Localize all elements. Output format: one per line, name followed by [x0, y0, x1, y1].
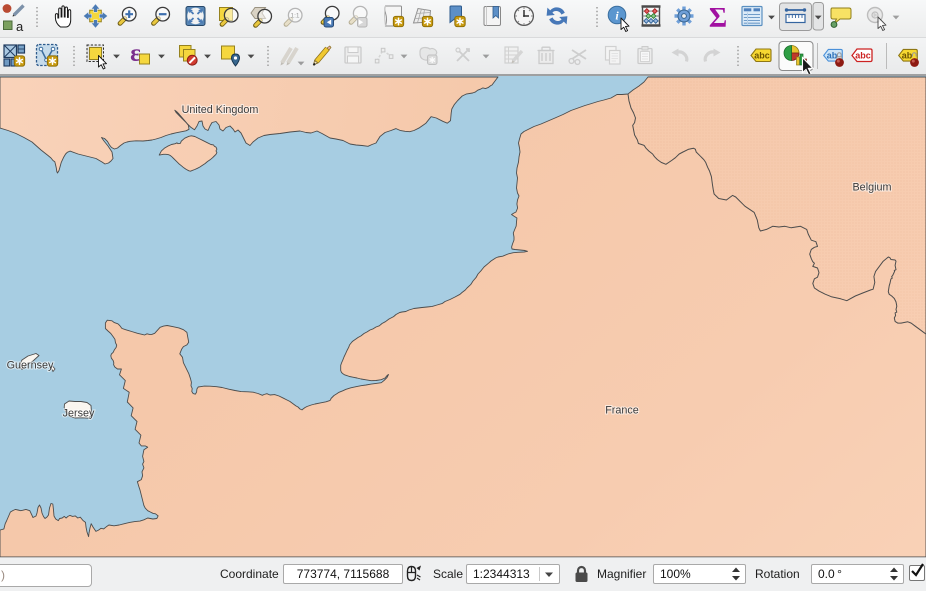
svg-text:Belgium: Belgium — [852, 182, 891, 194]
svg-text:ab: ab — [902, 51, 913, 61]
svg-text:United Kingdom: United Kingdom — [182, 104, 259, 116]
svg-text:abc: abc — [855, 51, 871, 61]
svg-text:Guernsey: Guernsey — [7, 360, 54, 372]
svg-text:Jersey: Jersey — [63, 408, 95, 420]
svg-text:ab: ab — [827, 51, 838, 61]
svg-text:Σ: Σ — [709, 3, 727, 34]
svg-text:a: a — [16, 19, 24, 34]
svg-text:France: France — [605, 405, 639, 417]
svg-text:1:1: 1:1 — [290, 13, 299, 20]
svg-text:abc: abc — [754, 51, 770, 61]
